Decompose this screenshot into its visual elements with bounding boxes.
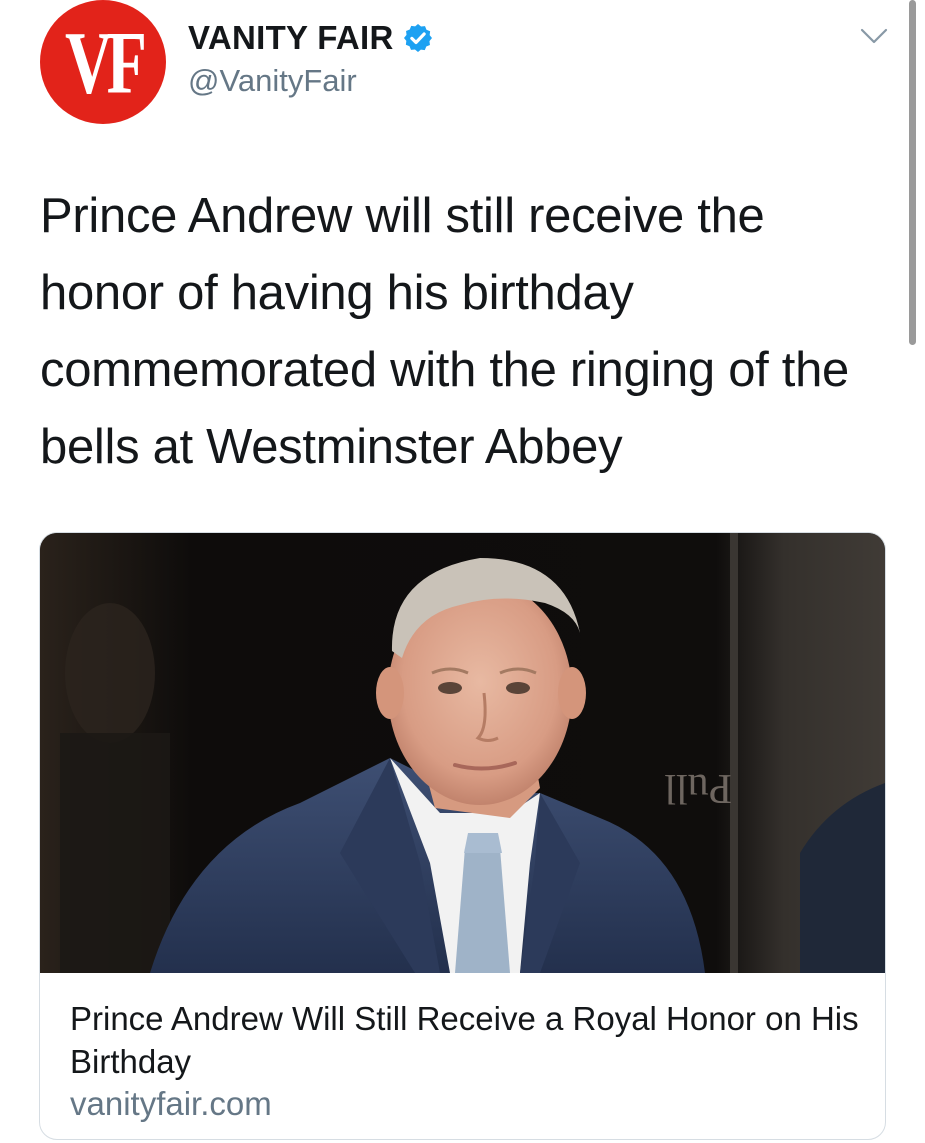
author-name-row[interactable]: VANITY FAIR bbox=[188, 16, 434, 60]
scrollbar[interactable] bbox=[909, 0, 916, 345]
verified-badge-icon bbox=[402, 22, 434, 54]
card-title[interactable]: Prince Andrew Will Still Receive a Royal… bbox=[70, 997, 870, 1083]
tweet: VF VANITY FAIR @VanityFair Prince Andrew… bbox=[0, 0, 925, 1143]
avatar[interactable]: VF bbox=[40, 0, 166, 124]
card-image[interactable]: Pull bbox=[40, 533, 885, 973]
author-handle[interactable]: @VanityFair bbox=[188, 63, 357, 99]
chevron-down-icon[interactable] bbox=[858, 24, 890, 48]
door-sign-text: Pull bbox=[664, 765, 732, 811]
tweet-text: Prince Andrew will still receive the hon… bbox=[40, 189, 849, 474]
link-card[interactable]: Pull Prince Andrew Will Still Receive a … bbox=[39, 532, 886, 1140]
author-name[interactable]: VANITY FAIR bbox=[188, 19, 394, 57]
card-domain[interactable]: vanityfair.com bbox=[70, 1085, 272, 1123]
avatar-logo: VF bbox=[65, 14, 147, 113]
